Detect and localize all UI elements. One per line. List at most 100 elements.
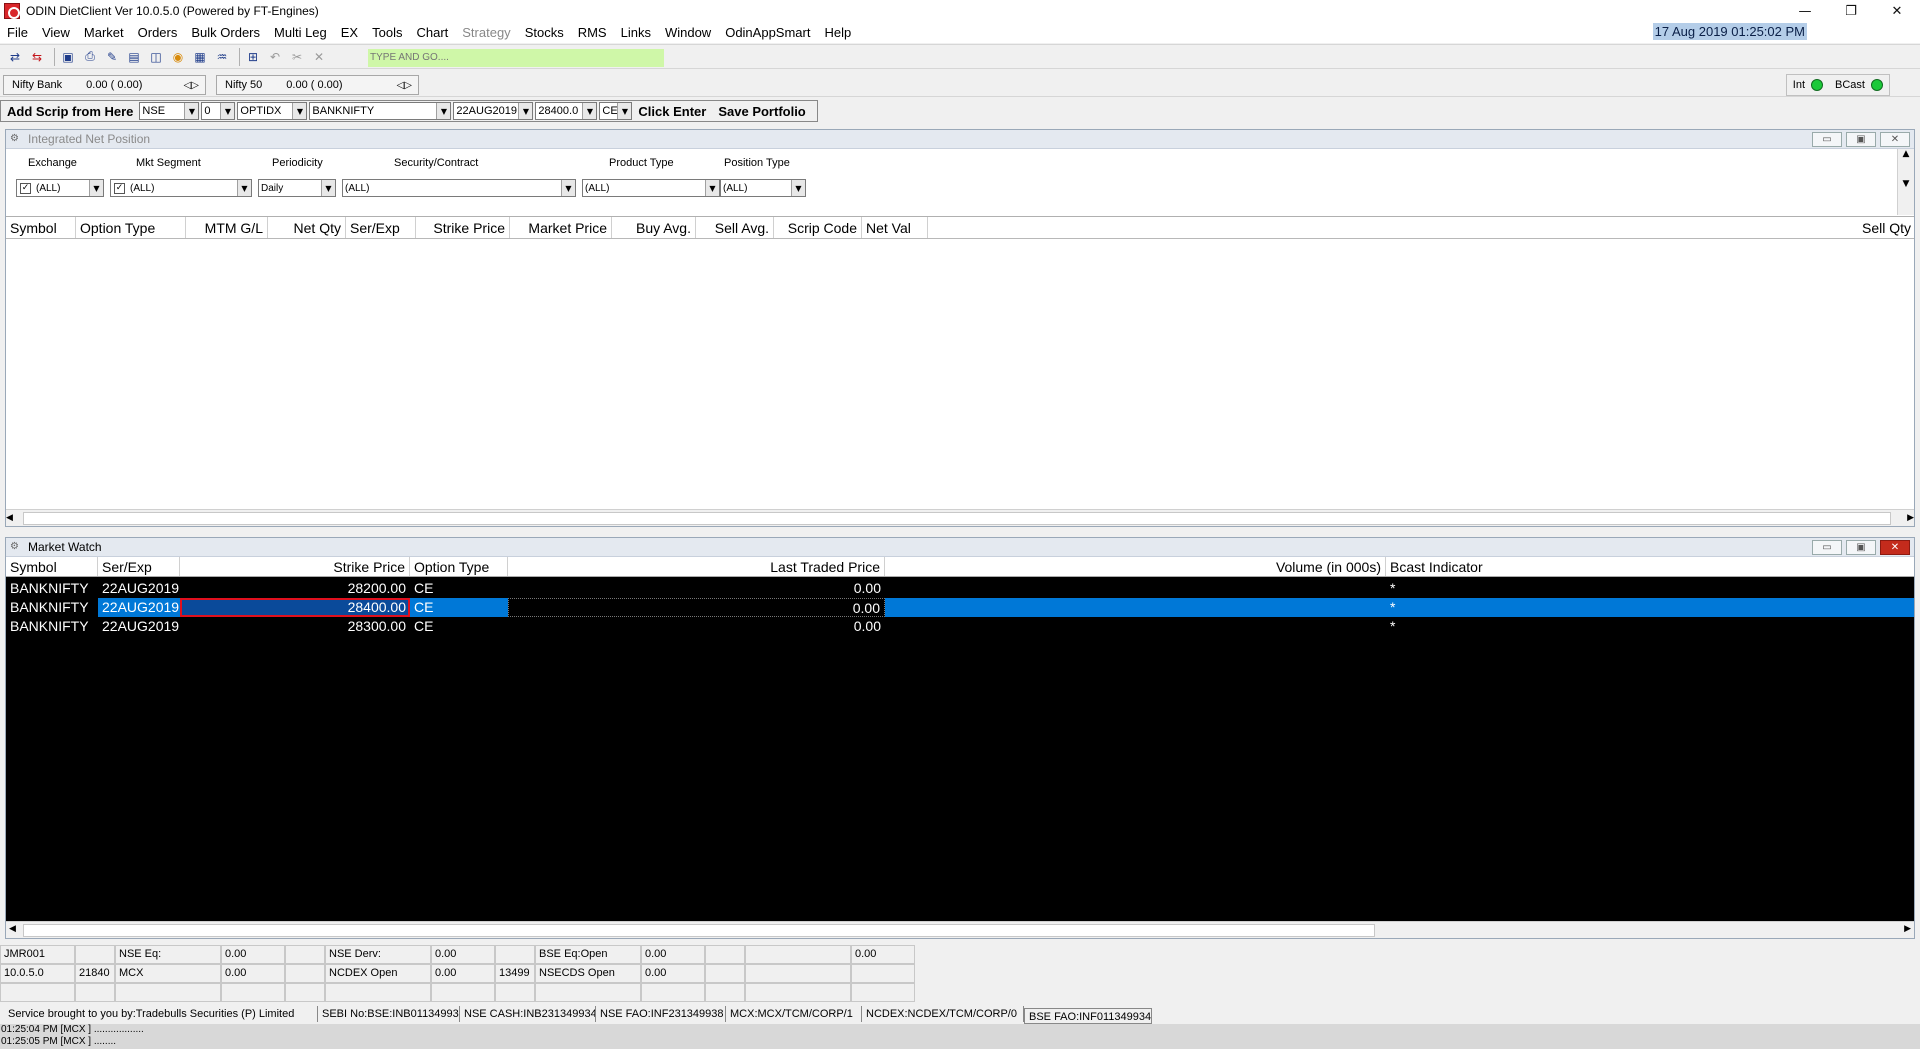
- column-header[interactable]: Scrip Code: [774, 217, 862, 238]
- chevron-down-icon[interactable]: ▼: [518, 103, 533, 119]
- checkbox-icon[interactable]: ✓: [114, 182, 125, 194]
- column-header[interactable]: Last Traded Price: [508, 557, 885, 576]
- inp-title-bar[interactable]: ⚙ Integrated Net Position ▭ ▣ ✕: [6, 130, 1914, 149]
- menu-help[interactable]: Help: [817, 25, 858, 40]
- column-header[interactable]: Volume (in 000s): [885, 557, 1386, 576]
- chevron-down-icon[interactable]: ▼: [617, 103, 632, 119]
- symbol-select[interactable]: BANKNIFTY ▼: [309, 102, 452, 120]
- calc-icon[interactable]: ▦: [191, 48, 209, 66]
- market-watch-icon[interactable]: ▤: [125, 48, 143, 66]
- menu-chart[interactable]: Chart: [409, 25, 455, 40]
- menu-file[interactable]: File: [0, 25, 35, 40]
- restore-icon[interactable]: ❐: [1828, 0, 1874, 22]
- menu-strategy[interactable]: Strategy: [455, 25, 517, 40]
- save-portfolio-button[interactable]: Save Portfolio: [718, 104, 805, 119]
- expiry-select[interactable]: 22AUG2019 ▼: [453, 102, 534, 120]
- market-watch-row-selected[interactable]: BANKNIFTY 22AUG2019 28400.00 CE 0.00 *: [6, 598, 1914, 617]
- menu-bulk-orders[interactable]: Bulk Orders: [184, 25, 267, 40]
- menu-rms[interactable]: RMS: [571, 25, 614, 40]
- filter-scrollbar[interactable]: ▲ ▼: [1897, 149, 1914, 215]
- strike-cell-focused[interactable]: 28400.00: [180, 598, 410, 617]
- menu-tools[interactable]: Tools: [365, 25, 409, 40]
- periodicity-filter-select[interactable]: Daily ▼: [258, 179, 336, 197]
- menu-links[interactable]: Links: [614, 25, 658, 40]
- minimize-icon[interactable]: —: [1782, 0, 1828, 22]
- security-filter-select[interactable]: (ALL) ▼: [342, 179, 576, 197]
- strike-select[interactable]: 28400.0 ▼: [535, 102, 598, 120]
- menu-multi-leg[interactable]: Multi Leg: [267, 25, 334, 40]
- column-header[interactable]: Symbol: [6, 217, 76, 238]
- maximize-icon[interactable]: ▣: [1846, 132, 1876, 147]
- column-header[interactable]: Option Type: [410, 557, 508, 576]
- column-header[interactable]: Net Val: [862, 217, 928, 238]
- chevron-down-icon[interactable]: ▼: [791, 180, 805, 196]
- column-header[interactable]: Bcast Indicator: [1386, 557, 1498, 576]
- exchange-select[interactable]: NSE ▼: [139, 102, 200, 120]
- scroll-right-icon[interactable]: ▶: [1907, 513, 1914, 523]
- exchange-filter-select[interactable]: ✓ (ALL) ▼: [16, 179, 104, 197]
- close-icon[interactable]: ✕: [310, 48, 328, 66]
- window-list-icon[interactable]: ⊞: [244, 48, 262, 66]
- column-header[interactable]: Ser/Exp: [98, 557, 180, 576]
- close-window-icon[interactable]: ✕: [1874, 0, 1920, 22]
- menu-window[interactable]: Window: [658, 25, 718, 40]
- save-icon[interactable]: ▣: [59, 48, 77, 66]
- cut-icon[interactable]: ✂: [288, 48, 306, 66]
- buy-icon[interactable]: ⇄: [6, 48, 24, 66]
- inp-horizontal-scrollbar[interactable]: ◀ ▶: [6, 509, 1914, 526]
- market-watch-horizontal-scrollbar[interactable]: ◀ ▶: [6, 921, 1914, 938]
- market-watch-title-bar[interactable]: ⚙ Market Watch ▭ ▣ ✕: [6, 538, 1914, 557]
- type-and-go-input[interactable]: [368, 49, 664, 67]
- scroll-left-icon[interactable]: ◀: [6, 513, 13, 523]
- scroll-right-icon[interactable]: ▶: [1904, 924, 1911, 934]
- edit-icon[interactable]: ✎: [103, 48, 121, 66]
- index-ticker-nifty-bank[interactable]: Nifty Bank 0.00 ( 0.00) ◁▷: [3, 75, 206, 95]
- chevron-down-icon[interactable]: ▼: [561, 180, 575, 196]
- checkbox-icon[interactable]: ✓: [20, 182, 31, 194]
- instrument-select[interactable]: OPTIDX ▼: [237, 102, 308, 120]
- menu-odinappsmart[interactable]: OdinAppSmart: [718, 25, 817, 40]
- column-header[interactable]: Net Qty: [268, 217, 346, 238]
- sell-icon[interactable]: ⇆: [28, 48, 46, 66]
- scroll-left-icon[interactable]: ◀: [9, 924, 16, 934]
- chevron-down-icon[interactable]: ▼: [321, 180, 335, 196]
- column-header[interactable]: Sell Qty: [1858, 217, 1914, 238]
- menu-ex[interactable]: EX: [334, 25, 365, 40]
- column-header[interactable]: Market Price: [510, 217, 612, 238]
- column-header[interactable]: MTM G/L: [186, 217, 268, 238]
- chevron-down-icon[interactable]: ▼: [582, 103, 597, 119]
- chevron-down-icon[interactable]: ▼: [220, 103, 235, 119]
- menu-orders[interactable]: Orders: [131, 25, 185, 40]
- column-header[interactable]: Strike Price: [180, 557, 410, 576]
- menu-market[interactable]: Market: [77, 25, 131, 40]
- chart-icon[interactable]: ◫: [147, 48, 165, 66]
- scroll-arrows-icon[interactable]: ◁▷: [176, 80, 199, 91]
- index-ticker-nifty-50[interactable]: Nifty 50 0.00 ( 0.00) ◁▷: [216, 75, 419, 95]
- column-header[interactable]: Ser/Exp: [346, 217, 416, 238]
- chevron-down-icon[interactable]: ▼: [184, 103, 199, 119]
- column-header[interactable]: Symbol: [6, 557, 98, 576]
- column-header[interactable]: Option Type: [76, 217, 186, 238]
- market-watch-row[interactable]: BANKNIFTY 22AUG2019 28300.00 CE 0.00 *: [6, 617, 1914, 636]
- product-filter-select[interactable]: (ALL) ▼: [582, 179, 720, 197]
- menu-stocks[interactable]: Stocks: [518, 25, 571, 40]
- menu-view[interactable]: View: [35, 25, 77, 40]
- scroll-thumb[interactable]: [23, 924, 1375, 937]
- option-type-select[interactable]: CE ▼: [599, 102, 633, 120]
- print-icon[interactable]: ⎙: [81, 48, 99, 66]
- segment-filter-select[interactable]: ✓ (ALL) ▼: [110, 179, 252, 197]
- quote-icon[interactable]: ◉: [169, 48, 187, 66]
- scroll-arrows-icon[interactable]: ◁▷: [389, 80, 412, 91]
- close-icon[interactable]: ✕: [1880, 132, 1910, 147]
- chevron-down-icon[interactable]: ▼: [436, 103, 451, 119]
- market-watch-row[interactable]: BANKNIFTY 22AUG2019 28200.00 CE 0.00 *: [6, 579, 1914, 598]
- chevron-down-icon[interactable]: ▼: [705, 180, 719, 196]
- click-enter-button[interactable]: Click Enter: [638, 104, 706, 119]
- minimize-icon[interactable]: ▭: [1812, 540, 1842, 555]
- column-header[interactable]: Buy Avg.: [612, 217, 696, 238]
- chevron-down-icon[interactable]: ▼: [292, 103, 307, 119]
- maximize-icon[interactable]: ▣: [1846, 540, 1876, 555]
- close-icon[interactable]: ✕: [1880, 540, 1910, 555]
- segment-select[interactable]: 0 ▼: [201, 102, 236, 120]
- column-header[interactable]: Sell Avg.: [696, 217, 774, 238]
